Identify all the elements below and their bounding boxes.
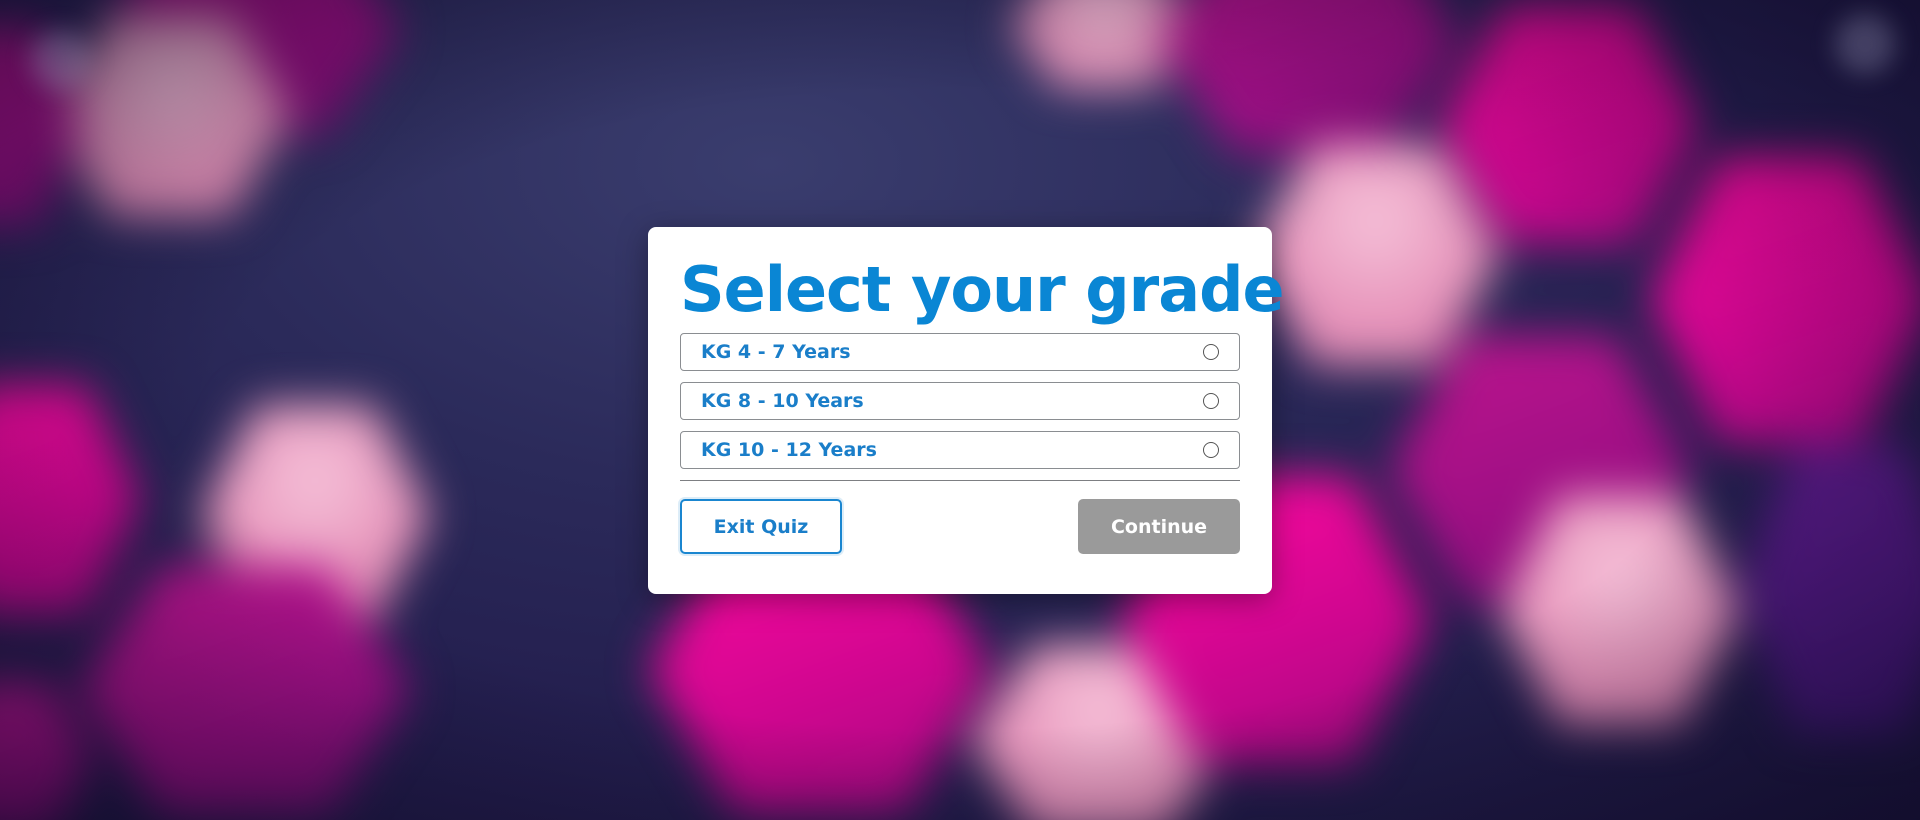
continue-button[interactable]: Continue	[1078, 499, 1240, 554]
dialog-actions: Exit Quiz Continue	[680, 481, 1240, 561]
radio-unchecked-icon[interactable]	[1203, 442, 1219, 458]
exit-quiz-button[interactable]: Exit Quiz	[680, 499, 842, 554]
hexagon-shape	[1250, 144, 1500, 366]
grade-option-label: KG 4 - 7 Years	[701, 341, 851, 363]
grade-option-kg-8-10[interactable]: KG 8 - 10 Years	[680, 382, 1240, 420]
grade-option-label: KG 8 - 10 Years	[701, 390, 864, 412]
grade-options: KG 4 - 7 Years KG 8 - 10 Years KG 10 - 1…	[680, 333, 1240, 469]
grade-option-kg-10-12[interactable]: KG 10 - 12 Years	[680, 431, 1240, 469]
grade-option-label: KG 10 - 12 Years	[701, 439, 877, 461]
grade-select-dialog: Select your grade KG 4 - 7 Years KG 8 - …	[648, 227, 1285, 594]
grade-option-kg-4-7[interactable]: KG 4 - 7 Years	[680, 333, 1240, 371]
hexagon-shape	[0, 384, 140, 616]
hexagon-shape	[0, 683, 90, 820]
hexagon-shape	[1160, 0, 1460, 156]
radio-unchecked-icon[interactable]	[1203, 393, 1219, 409]
dialog-title: Select your grade	[680, 253, 1285, 326]
hexagon-shape	[1650, 156, 1920, 444]
corner-glow	[30, 30, 90, 90]
quiz-screen: Select your grade KG 4 - 7 Years KG 8 - …	[0, 0, 1920, 820]
hexagon-shape	[1440, 5, 1700, 245]
corner-glow	[1835, 14, 1895, 74]
radio-unchecked-icon[interactable]	[1203, 344, 1219, 360]
hexagon-shape	[1740, 446, 1920, 734]
